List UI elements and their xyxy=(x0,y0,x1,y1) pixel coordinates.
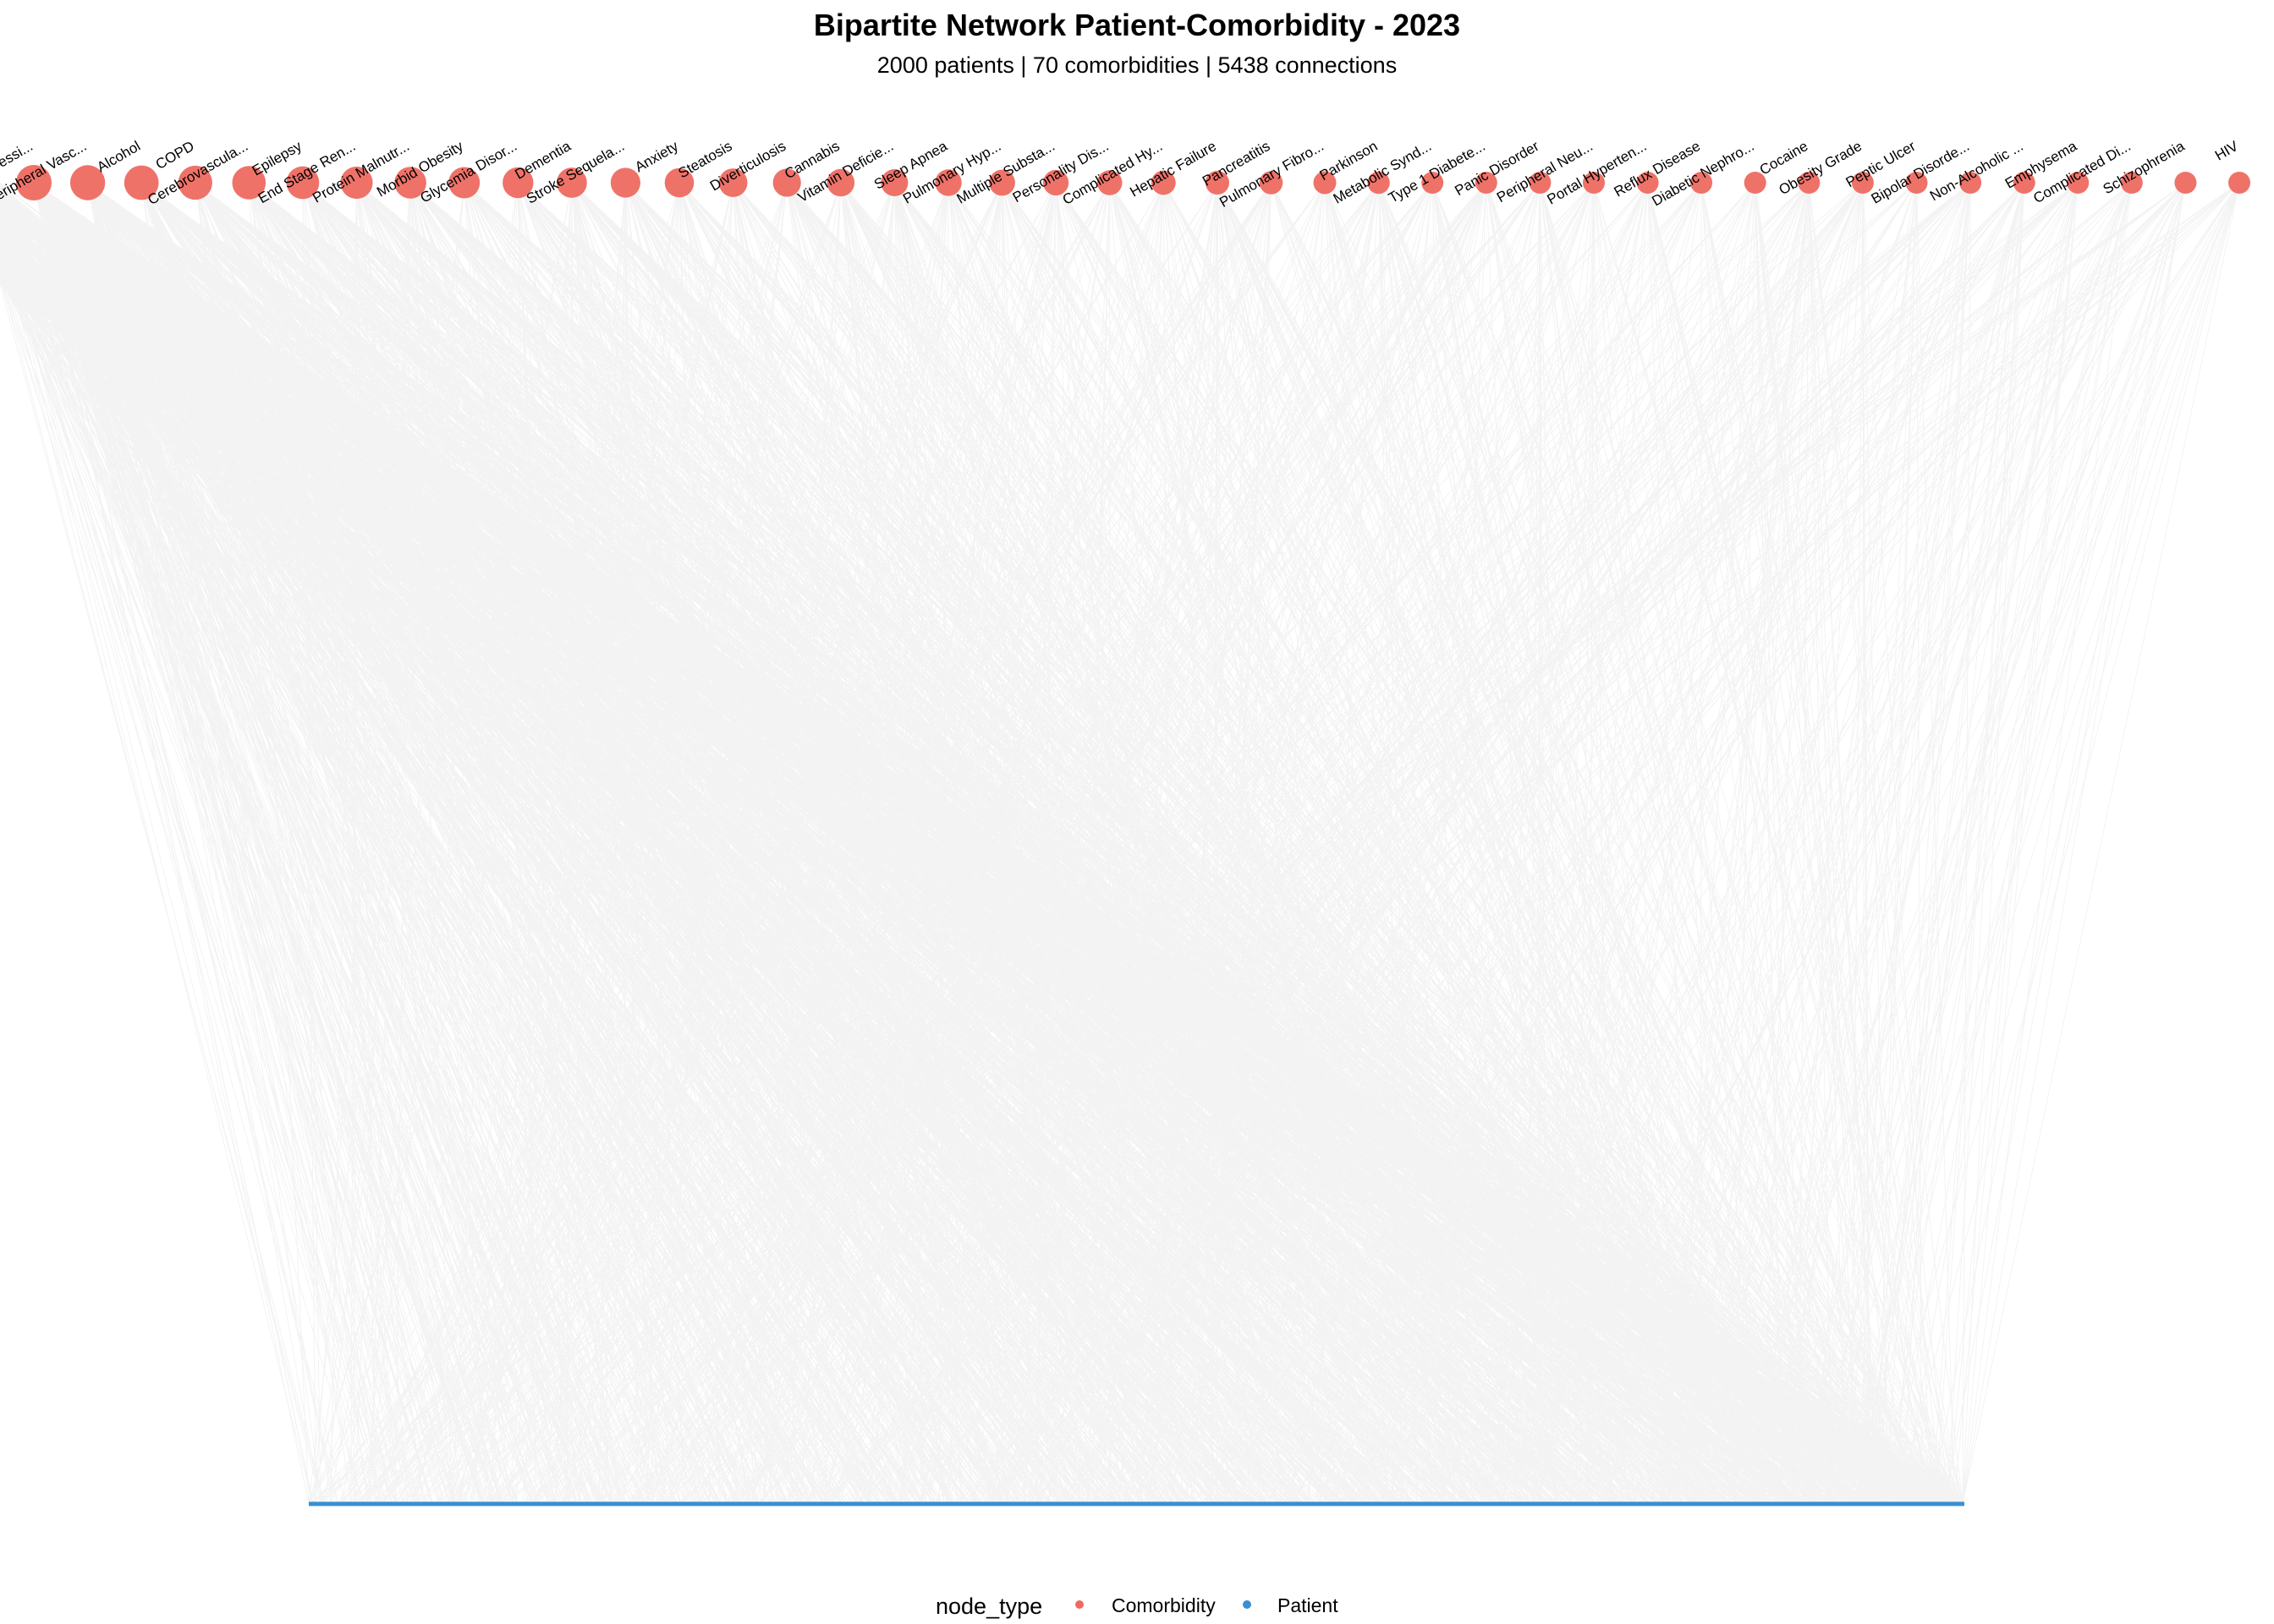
legend-title: node_type xyxy=(936,1594,1042,1619)
legend-comorbidity-label: Comorbidity xyxy=(1112,1594,1216,1616)
bipartite-network-figure: Bipartite Network Patient-Comorbidity - … xyxy=(0,0,2274,1624)
chart-subtitle: 2000 patients | 70 comorbidities | 5438 … xyxy=(877,52,1397,78)
legend-patient-label: Patient xyxy=(1277,1594,1338,1616)
chart-title: Bipartite Network Patient-Comorbidity - … xyxy=(814,8,1460,42)
comorbidity-node xyxy=(2174,172,2197,194)
legend: node_type Comorbidity Patient xyxy=(936,1594,1338,1619)
comorbidity-node xyxy=(610,167,641,198)
comorbidity-node xyxy=(2228,172,2250,194)
legend-patient-key xyxy=(1243,1600,1251,1609)
legend-comorbidity-key xyxy=(1075,1600,1084,1609)
